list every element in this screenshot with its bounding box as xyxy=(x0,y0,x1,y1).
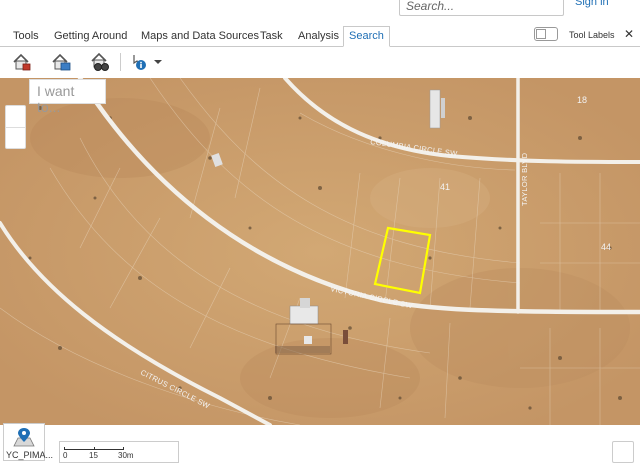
i-want-to-input[interactable]: I want to... xyxy=(29,79,106,115)
tool-labels-toggle[interactable] xyxy=(534,27,558,41)
tab-tools[interactable]: Tools xyxy=(8,27,44,46)
lot-number-label: 41 xyxy=(440,182,450,192)
map-corner-button[interactable] xyxy=(612,441,634,463)
basemap-selector[interactable]: YC_PIMA... xyxy=(3,423,53,461)
search-parcel-icon[interactable] xyxy=(11,51,33,73)
map-view[interactable]: COLUMBIA CIRCLE SW VICTORIA CIRCLE SW CI… xyxy=(0,78,640,425)
chevron-down-icon[interactable] xyxy=(153,51,163,73)
lot-number-label: 44 xyxy=(601,242,611,252)
scale-bar: 0 15 30m xyxy=(59,441,179,463)
tab-getting-around[interactable]: Getting Around xyxy=(49,27,132,46)
scale-tick xyxy=(94,447,95,450)
sign-in-link[interactable]: Sign in xyxy=(575,0,609,8)
basemap-label: YC_PIMA... xyxy=(6,450,54,460)
lot-number-label: 18 xyxy=(577,95,587,105)
tab-maps-and-data-sources[interactable]: Maps and Data Sources xyxy=(136,27,264,46)
zoom-divider xyxy=(6,127,25,128)
road-label-taylor: TAYLOR BLVD xyxy=(520,152,529,206)
tab-task[interactable]: Task xyxy=(255,27,288,46)
tab-search[interactable]: Search xyxy=(343,26,390,47)
map-pin-icon xyxy=(13,428,35,447)
search-address-icon[interactable] xyxy=(50,51,72,73)
scale-label: 30m xyxy=(118,451,134,460)
tab-analysis[interactable]: Analysis xyxy=(293,27,344,46)
scale-label: 15 xyxy=(89,451,98,460)
aerial-map[interactable]: COLUMBIA CIRCLE SW VICTORIA CIRCLE SW CI… xyxy=(0,78,640,425)
close-icon[interactable]: ✕ xyxy=(624,27,634,41)
top-bar: Search... Sign in xyxy=(0,0,640,24)
search-input[interactable]: Search... xyxy=(399,0,564,16)
scale-label: 0 xyxy=(63,451,68,460)
search-binoculars-icon[interactable] xyxy=(89,51,111,73)
search-toolbar xyxy=(0,47,640,78)
zoom-controls[interactable] xyxy=(5,105,26,149)
tool-labels-label: Tool Labels xyxy=(569,30,615,40)
identify-icon[interactable] xyxy=(130,51,152,73)
toolbar-separator xyxy=(120,53,121,71)
